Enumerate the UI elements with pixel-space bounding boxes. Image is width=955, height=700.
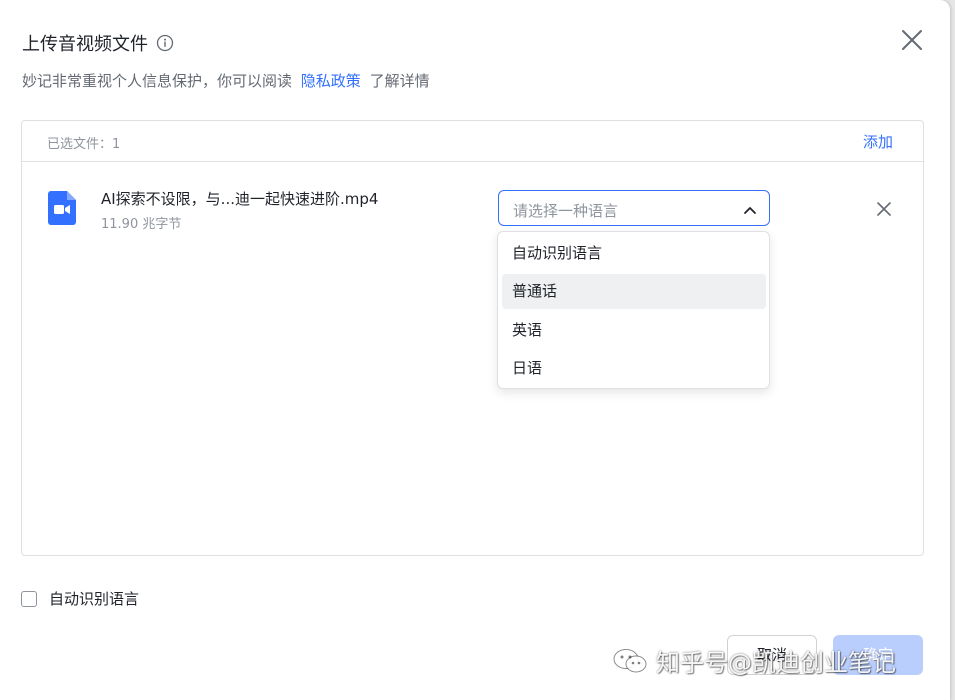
auto-detect-label: 自动识别语言 [49,590,140,608]
video-file-icon [48,191,76,225]
selected-file-count: 已选文件：1 [47,137,121,152]
upload-dialog: 上传音视频文件 妙记非常重视个人信息保护，你可以阅读 隐私政策 了解详情 已选文… [0,0,950,700]
privacy-policy-link[interactable]: 隐私政策 [301,72,361,90]
file-list-header: 已选文件：1 添加 [22,121,923,162]
file-list-panel: 已选文件：1 添加 AI探索不设限，与...迪一起快速进阶.mp4 11.90 … [21,120,924,556]
dialog-header: 上传音视频文件 [22,30,174,56]
watermark: 知乎号@凯迪创业笔记 [612,643,896,678]
watermark-text: 知乎号@凯迪创业笔记 [656,649,896,677]
remove-file-icon[interactable] [875,200,893,218]
chevron-up-icon [743,202,757,216]
language-option-japanese[interactable]: 日语 [502,351,766,386]
auto-detect-checkbox[interactable] [21,590,37,607]
language-option-english[interactable]: 英语 [502,313,766,348]
language-select-placeholder: 请选择一种语言 [513,202,619,220]
auto-detect-option[interactable]: 自动识别语言 [21,588,139,609]
info-icon[interactable] [156,34,174,52]
dialog-title: 上传音视频文件 [22,34,148,55]
wechat-icon [612,647,648,675]
privacy-notice-suffix: 了解详情 [369,72,430,90]
file-row: AI探索不设限，与...迪一起快速进阶.mp4 11.90 兆字节 请选择一种语… [22,161,923,251]
privacy-notice-text: 妙记非常重视个人信息保护，你可以阅读 [22,72,293,90]
privacy-notice: 妙记非常重视个人信息保护，你可以阅读 隐私政策 了解详情 [22,70,430,91]
language-select[interactable]: 请选择一种语言 [498,190,770,226]
language-option-auto[interactable]: 自动识别语言 [502,236,766,271]
add-file-button[interactable]: 添加 [863,131,893,152]
language-dropdown-menu: 自动识别语言 普通话 英语 日语 [497,231,770,389]
close-icon[interactable] [900,28,924,52]
file-name: AI探索不设限，与...迪一起快速进阶.mp4 [101,190,379,208]
file-size: 11.90 兆字节 [101,217,182,232]
language-option-mandarin[interactable]: 普通话 [502,274,766,309]
